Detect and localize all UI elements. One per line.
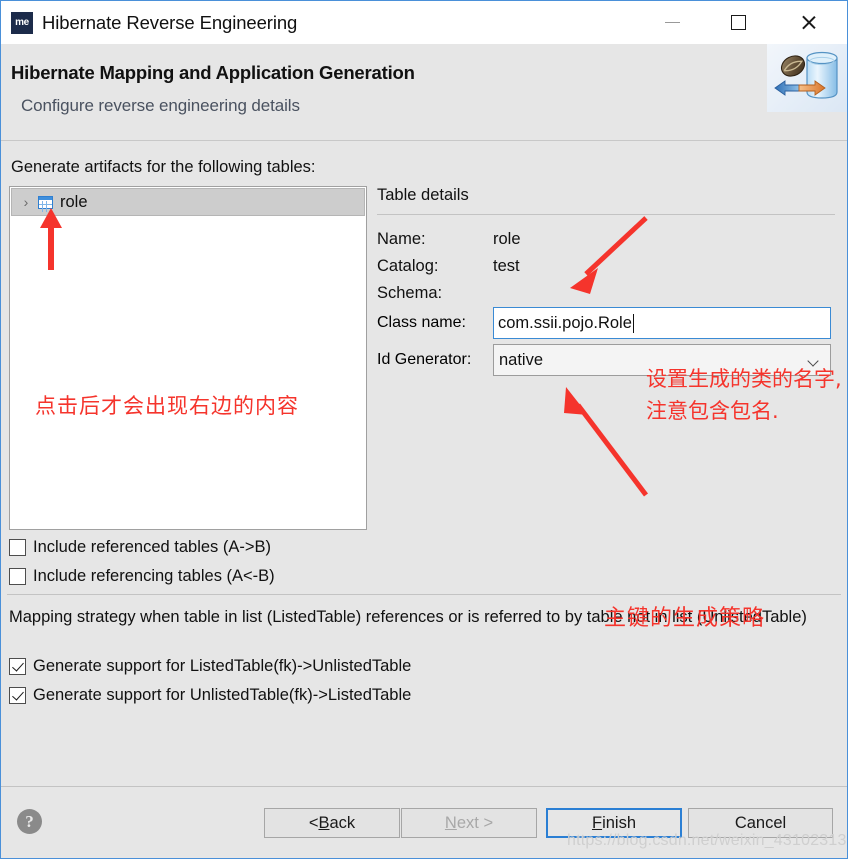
checkbox-box[interactable] xyxy=(9,687,26,704)
dialog-body: Generate artifacts for the following tab… xyxy=(1,142,847,858)
schema-label: Schema: xyxy=(377,284,443,302)
generate-artifacts-label: Generate artifacts for the following tab… xyxy=(11,158,316,176)
page-subtitle: Configure reverse engineering details xyxy=(21,96,300,115)
page-title: Hibernate Mapping and Application Genera… xyxy=(11,62,415,83)
checkbox-listed-to-unlisted[interactable]: Generate support for ListedTable(fk)->Un… xyxy=(9,657,411,676)
watermark-text: https://blog.csdn.net/weixin_43102313 xyxy=(567,832,847,849)
checkbox-include-referencing[interactable]: Include referencing tables (A<-B) xyxy=(9,567,275,586)
table-grid-icon xyxy=(38,195,53,212)
checkbox-include-referenced[interactable]: Include referenced tables (A->B) xyxy=(9,538,271,557)
class-name-value: com.ssii.pojo.Role xyxy=(498,313,632,332)
back-button-prefix: < xyxy=(308,813,319,832)
hibernate-banner-icon xyxy=(767,44,847,112)
class-name-input[interactable]: com.ssii.pojo.Role xyxy=(493,307,831,339)
checkbox-box[interactable] xyxy=(9,568,26,585)
list-item-label: role xyxy=(60,192,88,211)
checkbox-box[interactable] xyxy=(9,658,26,675)
name-label: Name: xyxy=(377,230,426,248)
next-button-mnemonic: N xyxy=(444,813,457,832)
catalog-label: Catalog: xyxy=(377,257,439,275)
section-divider xyxy=(7,594,841,595)
tables-tree[interactable]: › role xyxy=(9,186,367,530)
chevron-down-icon[interactable] xyxy=(809,357,819,363)
maximize-button[interactable] xyxy=(715,1,761,43)
mapping-strategy-description: Mapping strategy when table in list (Lis… xyxy=(9,608,807,626)
detail-row-catalog: Catalog: test xyxy=(377,257,520,276)
minimize-icon xyxy=(664,21,680,23)
help-icon[interactable]: ? xyxy=(17,809,42,834)
detail-row-name: Name: role xyxy=(377,230,521,249)
back-button[interactable]: < Back xyxy=(264,808,400,838)
back-button-mnemonic: B xyxy=(318,813,330,832)
finish-button-suffix: inish xyxy=(602,813,637,832)
title-bar: me Hibernate Reverse Engineering xyxy=(1,1,847,44)
app-icon: me xyxy=(11,11,33,34)
cancel-button-suffix: Cancel xyxy=(734,813,787,832)
checkbox-label: Include referencing tables (A<-B) xyxy=(33,567,275,585)
back-button-suffix: ack xyxy=(329,813,356,832)
id-generator-select[interactable]: native xyxy=(493,344,831,376)
checkbox-box[interactable] xyxy=(9,539,26,556)
window-title: Hibernate Reverse Engineering xyxy=(42,11,298,33)
detail-row-schema: Schema: xyxy=(377,284,493,303)
table-details-panel: Table details Name: role Catalog: test S… xyxy=(377,186,841,536)
finish-button-mnemonic: F xyxy=(591,813,603,832)
next-button-suffix: ext > xyxy=(456,813,494,832)
id-generator-label: Id Generator: xyxy=(377,351,472,368)
wizard-header: Hibernate Mapping and Application Genera… xyxy=(1,44,847,141)
name-value: role xyxy=(493,230,521,248)
maximize-icon xyxy=(730,14,746,30)
text-caret xyxy=(632,313,635,333)
list-item[interactable]: › role xyxy=(11,188,365,216)
id-generator-value: native xyxy=(499,350,544,369)
chevron-right-icon[interactable]: › xyxy=(18,194,34,210)
checkbox-unlisted-to-listed[interactable]: Generate support for UnlistedTable(fk)->… xyxy=(9,686,411,705)
table-details-title: Table details xyxy=(377,186,469,204)
checkbox-label: Include referenced tables (A->B) xyxy=(33,538,272,556)
checkbox-label: Generate support for ListedTable(fk)->Un… xyxy=(33,657,412,675)
detail-row-id-generator: Id Generator: native xyxy=(377,344,835,376)
table-details-divider xyxy=(377,214,835,215)
dialog-window: me Hibernate Reverse Engineering Hiberna… xyxy=(0,0,848,859)
checkbox-label: Generate support for UnlistedTable(fk)->… xyxy=(33,686,412,704)
minimize-button[interactable] xyxy=(649,1,695,43)
dialog-footer: ? < Back Next > Finish Cancel https://bl… xyxy=(1,787,847,858)
catalog-value: test xyxy=(493,257,520,275)
class-name-label: Class name: xyxy=(377,314,466,331)
close-button[interactable] xyxy=(785,1,831,43)
detail-row-class-name: Class name: com.ssii.pojo.Role xyxy=(377,307,835,339)
close-icon xyxy=(800,14,817,31)
next-button[interactable]: Next > xyxy=(401,808,537,838)
